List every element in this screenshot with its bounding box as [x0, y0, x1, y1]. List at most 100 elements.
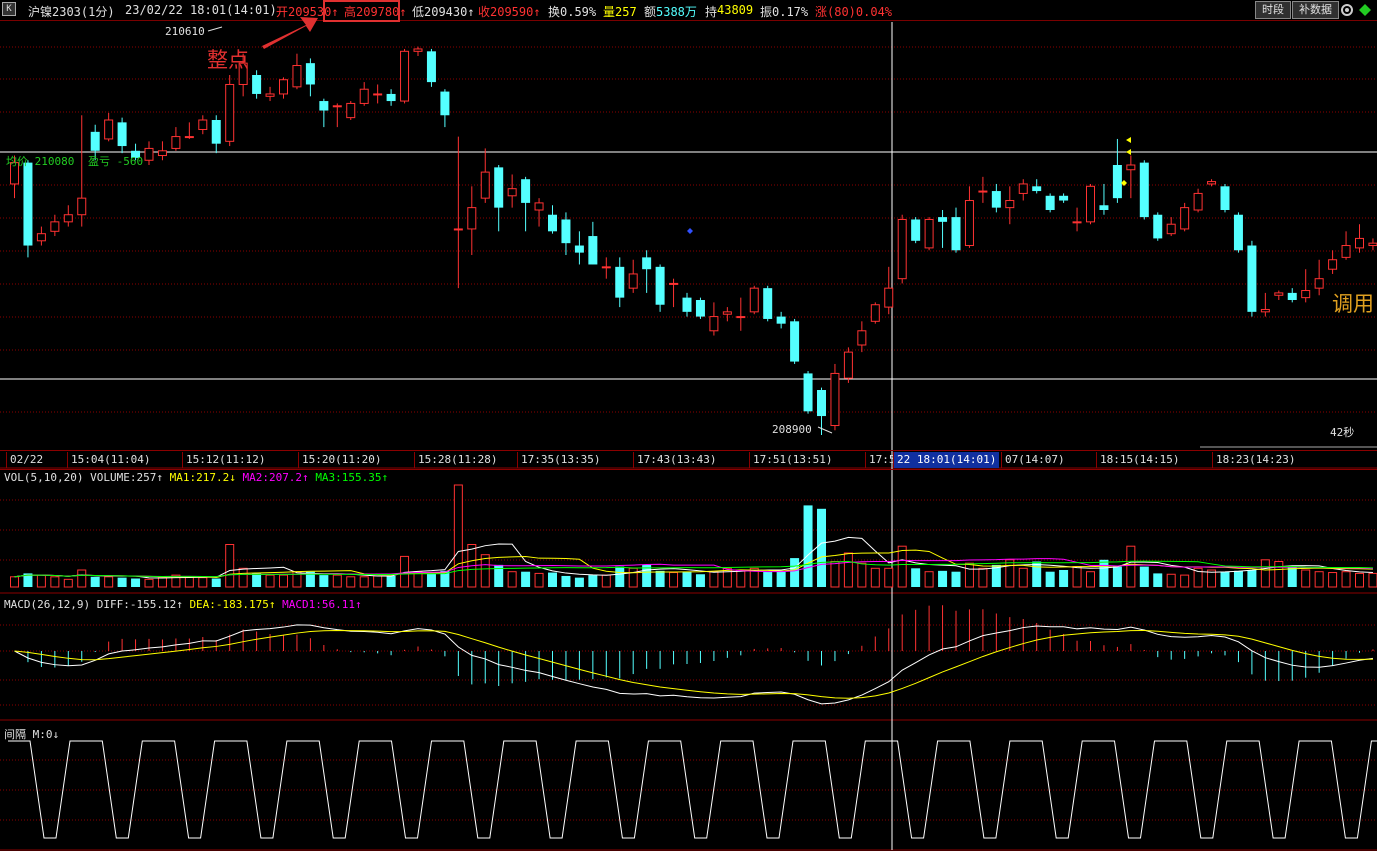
volume-bar	[252, 573, 262, 587]
time-axis-label: 02/22	[6, 452, 46, 468]
candle	[601, 257, 611, 279]
chart-grid	[0, 22, 1377, 851]
candle	[157, 141, 167, 161]
candle	[171, 127, 181, 151]
volume-bar	[548, 572, 557, 587]
volume-bar	[574, 577, 584, 587]
candle	[574, 231, 584, 265]
time-axis-label: 17:43(13:43)	[633, 452, 719, 468]
volume-bar	[507, 571, 517, 588]
volume-bar	[144, 578, 154, 588]
volume-bar	[359, 576, 369, 588]
pnl-label: 盈亏 -560	[88, 155, 144, 168]
macd-dea: DEA:-183.175↑	[189, 598, 276, 611]
candle	[1341, 231, 1351, 260]
candle	[144, 141, 154, 165]
volume-bar	[588, 575, 598, 587]
candle	[265, 86, 275, 102]
candle	[1045, 193, 1055, 213]
time-axis-label: 15:28(11:28)	[414, 452, 500, 468]
candle	[467, 186, 477, 255]
volume-bar	[1086, 571, 1095, 588]
volume-bar	[790, 558, 800, 587]
time-axis-label: 22 18:01(14:01)	[893, 452, 1000, 468]
volume-bar	[346, 576, 356, 588]
candle	[615, 257, 625, 308]
countdown-label: 42秒	[1330, 426, 1355, 439]
candle	[790, 318, 800, 364]
volume-bar	[265, 574, 275, 588]
candle	[642, 250, 652, 293]
candle	[722, 307, 732, 322]
blue-diamond-icon	[687, 228, 693, 234]
volume-bar	[1180, 574, 1190, 588]
interval-m: M:0↓	[32, 728, 60, 741]
volume-bar	[951, 571, 961, 587]
volume-bar	[1139, 566, 1149, 587]
candle	[198, 115, 208, 135]
candle	[211, 115, 221, 154]
volume-bar	[1153, 573, 1163, 587]
time-axis-label: 17:35(13:35)	[517, 452, 603, 468]
volume-bar	[1220, 571, 1230, 587]
volume-bar	[373, 575, 383, 588]
volume-bar	[803, 505, 813, 587]
volume-bar	[521, 571, 531, 587]
candle	[1355, 224, 1364, 253]
candle	[548, 205, 557, 234]
candle	[924, 217, 934, 251]
candle	[1139, 160, 1149, 220]
volume-bar	[709, 571, 719, 588]
candle	[655, 264, 665, 312]
volume-bar	[843, 552, 853, 588]
volume-bar	[1355, 572, 1364, 588]
candle	[1099, 183, 1109, 215]
volume-bar	[1328, 572, 1338, 588]
tiaoyong-annotation: 调用	[1332, 292, 1374, 316]
candle	[63, 205, 73, 227]
volume-bar	[426, 573, 436, 587]
candle	[964, 186, 974, 248]
candle	[763, 285, 773, 322]
low-marker-line	[817, 426, 833, 434]
vol-ma2: MA2:207.2↑	[242, 471, 309, 484]
candle	[1166, 217, 1176, 237]
candle	[1018, 179, 1028, 201]
candle	[709, 302, 719, 336]
candle	[319, 98, 329, 128]
volume-bar	[104, 576, 114, 588]
volume-bar	[36, 574, 46, 588]
volume-bar	[695, 574, 705, 587]
volume-bar	[736, 569, 746, 588]
candle	[776, 311, 786, 329]
candle	[736, 297, 746, 331]
candle	[843, 347, 853, 383]
macd-diff-line	[14, 624, 1374, 705]
time-axis-label: 18:23(14:23)	[1212, 452, 1298, 468]
candle	[1126, 155, 1136, 199]
candle	[117, 117, 127, 154]
low-price-marker: 208900	[772, 423, 812, 436]
kline-chart[interactable]	[0, 0, 1377, 851]
candle	[1287, 288, 1297, 303]
candle	[1005, 186, 1015, 225]
volume-bar	[1112, 566, 1122, 587]
volume-bar	[978, 567, 988, 588]
volume-bar	[1072, 566, 1082, 588]
candle	[1274, 290, 1284, 300]
volume-bar	[924, 571, 934, 588]
volume-bar	[131, 578, 141, 587]
volume-bar	[1260, 559, 1270, 588]
volume-bar	[332, 574, 342, 588]
interval-title: 间隔	[4, 728, 26, 741]
volume-bar	[90, 576, 100, 587]
candle	[373, 84, 383, 104]
volume-bar	[1314, 571, 1324, 588]
volume-ma-line	[14, 549, 1373, 578]
volume-bar	[1045, 571, 1055, 587]
candle	[521, 176, 531, 232]
volume-bar	[1099, 559, 1109, 587]
volume-bar	[238, 567, 248, 588]
candle	[426, 48, 436, 87]
candle	[104, 112, 114, 142]
